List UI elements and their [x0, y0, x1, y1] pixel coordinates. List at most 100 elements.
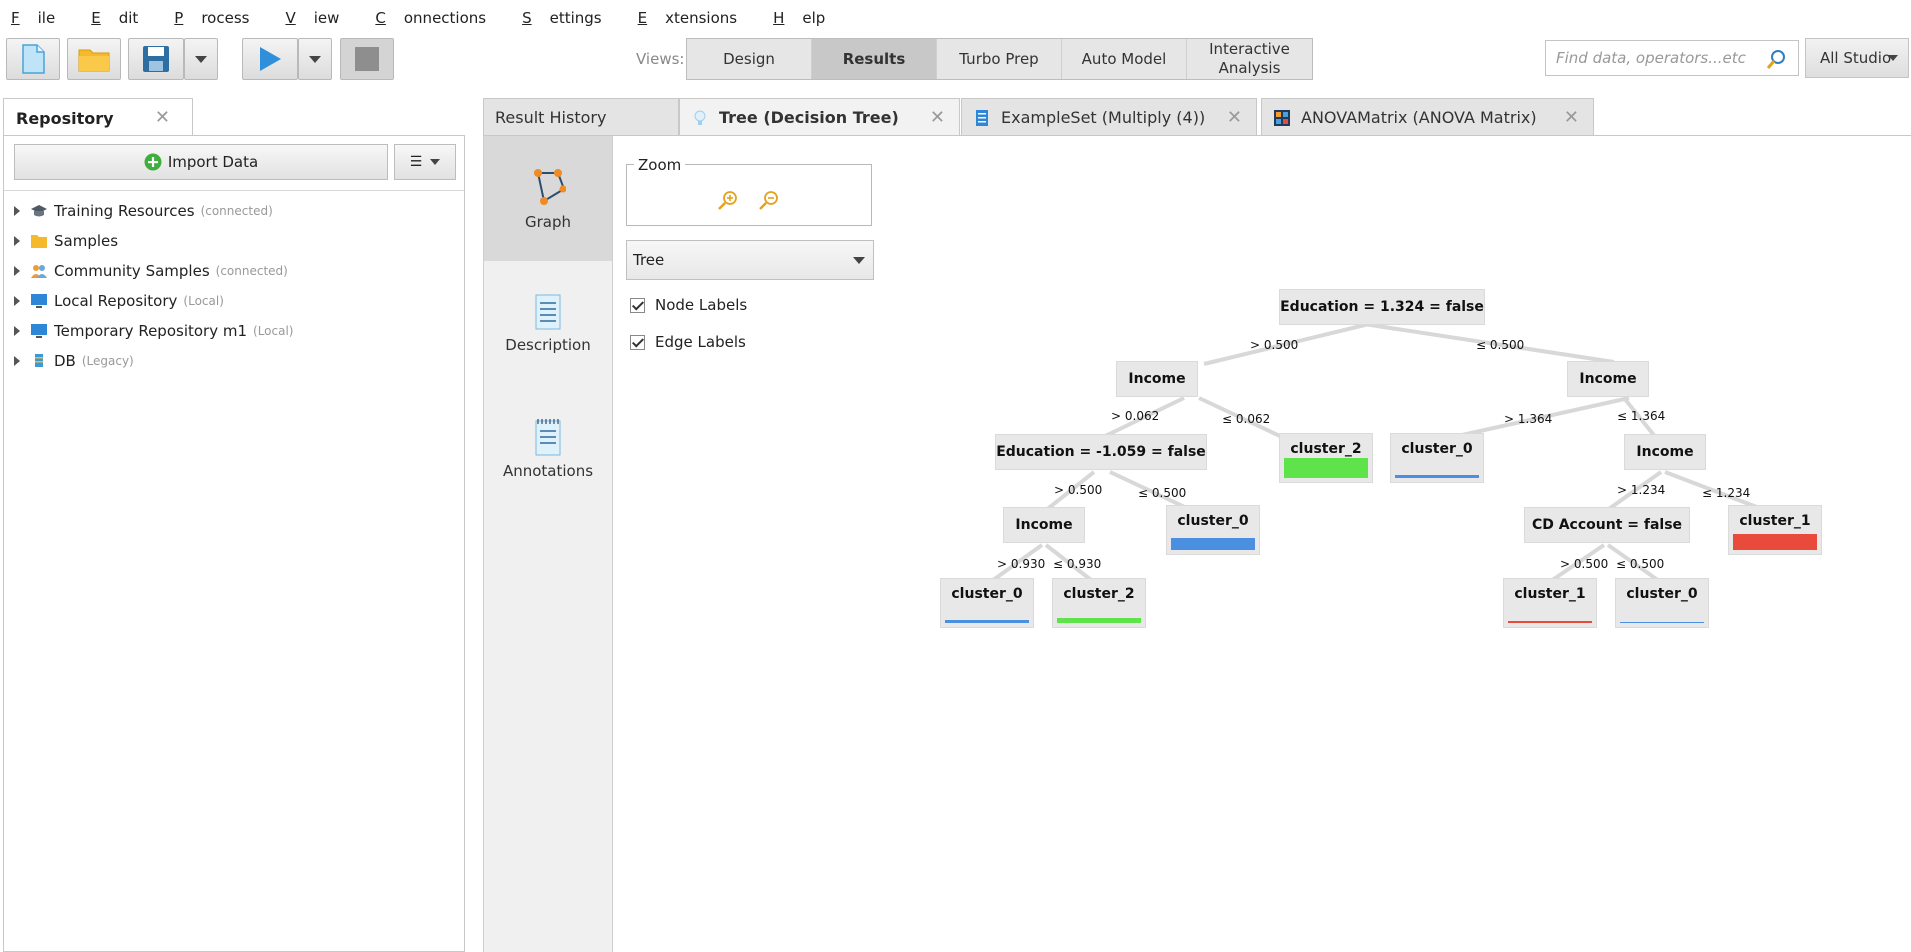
close-icon[interactable]: ✕ — [155, 107, 170, 128]
menu-help[interactable]: Help — [773, 9, 843, 27]
view-results[interactable]: Results — [812, 39, 937, 79]
menu-settings[interactable]: Settings — [522, 9, 620, 27]
view-turbo-prep[interactable]: Turbo Prep — [937, 39, 1062, 79]
repo-item-db[interactable]: DB (Legacy) — [4, 346, 293, 376]
tree-node-root[interactable]: Education = 1.324 = false — [1279, 289, 1485, 325]
tree-leaf[interactable]: cluster_1 — [1503, 578, 1597, 628]
repo-item-community-samples[interactable]: Community Samples (connected) — [4, 256, 293, 286]
all-studio-label: All Studio — [1820, 49, 1892, 67]
close-icon[interactable]: ✕ — [930, 107, 945, 128]
repo-item-tag: (connected) — [215, 264, 288, 278]
tree-leaf[interactable]: cluster_2 — [1279, 433, 1373, 483]
repo-item-local-repository[interactable]: Local Repository (Local) — [4, 286, 293, 316]
repository-panel: Repository ✕ Import Data ☰ Training Reso… — [3, 98, 465, 952]
tab-anova-matrix[interactable]: ANOVAMatrix (ANOVA Matrix) ✕ — [1261, 98, 1594, 136]
edge-label: > 0.930 — [997, 557, 1046, 571]
leaf-label: cluster_2 — [1290, 441, 1362, 457]
tree-view: Zoom Tree Node Labels Edge Labels > 0.50… — [614, 136, 1911, 952]
tree-leaf[interactable]: cluster_2 — [1052, 578, 1146, 628]
edge-label: > 0.500 — [1250, 338, 1299, 352]
repo-item-tag: (Local) — [253, 324, 294, 338]
view-design[interactable]: Design — [687, 39, 812, 79]
tree-leaf[interactable]: cluster_0 — [940, 578, 1034, 628]
repository-menu-button[interactable]: ☰ — [394, 144, 456, 180]
leaf-bar — [1395, 475, 1479, 478]
expand-icon[interactable] — [14, 266, 20, 276]
edge-label: > 1.364 — [1504, 412, 1553, 426]
views-label: Views: — [636, 50, 685, 68]
tree-node[interactable]: Income — [1003, 507, 1085, 543]
global-search-input[interactable]: Find data, operators...etc — [1545, 40, 1799, 76]
open-process-button[interactable] — [67, 38, 121, 80]
nav-description[interactable]: Description — [484, 261, 612, 386]
view-interactive-analysis[interactable]: Interactive Analysis — [1187, 39, 1312, 79]
menu-view[interactable]: View — [285, 9, 357, 27]
menu-file[interactable]: File — [11, 9, 73, 27]
nav-label: Annotations — [502, 461, 594, 480]
menu-process[interactable]: Process — [174, 9, 267, 27]
leaf-label: cluster_0 — [1401, 441, 1473, 457]
new-file-icon — [22, 44, 45, 74]
tab-result-history[interactable]: Result History — [483, 98, 679, 136]
repo-item-training-resources[interactable]: Training Resources (connected) — [4, 196, 293, 226]
leaf-bar — [1057, 618, 1141, 623]
expand-icon[interactable] — [14, 236, 20, 246]
tree-node[interactable]: Income — [1624, 434, 1706, 470]
run-dropdown-button[interactable] — [298, 38, 332, 80]
view-auto-model[interactable]: Auto Model — [1062, 39, 1187, 79]
monitor-icon — [31, 324, 47, 338]
menu-connections[interactable]: Connections — [375, 9, 504, 27]
expand-icon[interactable] — [14, 296, 20, 306]
tab-exampleset[interactable]: ExampleSet (Multiply (4)) ✕ — [961, 98, 1257, 136]
expand-icon[interactable] — [14, 326, 20, 336]
save-dropdown-button[interactable] — [184, 38, 218, 80]
tree-node[interactable]: CD Account = false — [1524, 507, 1690, 543]
tab-decision-tree[interactable]: Tree (Decision Tree) ✕ — [679, 98, 960, 136]
community-icon — [31, 265, 47, 278]
new-process-button[interactable] — [6, 38, 60, 80]
edge-label: ≤ 1.364 — [1617, 409, 1666, 423]
leaf-bar — [1508, 621, 1592, 623]
folder-icon — [31, 235, 47, 248]
repository-tab-title: Repository — [16, 109, 114, 128]
tab-label: ANOVAMatrix (ANOVA Matrix) — [1301, 108, 1537, 127]
view-switcher: Design Results Turbo Prep Auto Model Int… — [686, 38, 1313, 80]
run-button[interactable] — [242, 38, 298, 80]
leaf-label: cluster_1 — [1514, 586, 1586, 602]
tree-node[interactable]: Income — [1116, 361, 1198, 397]
graph-icon — [534, 168, 566, 205]
tree-node[interactable]: Income — [1567, 361, 1649, 397]
leaf-label: cluster_1 — [1739, 513, 1811, 529]
nav-annotations[interactable]: Annotations — [484, 386, 612, 511]
tree-leaf[interactable]: cluster_0 — [1166, 505, 1260, 555]
expand-icon[interactable] — [14, 356, 20, 366]
leaf-label: cluster_0 — [1626, 586, 1698, 602]
nav-graph[interactable]: Graph — [484, 136, 612, 261]
tree-leaf[interactable]: cluster_0 — [1615, 578, 1709, 628]
tree-leaf[interactable]: cluster_1 — [1728, 505, 1822, 555]
leaf-bar — [1171, 538, 1255, 550]
all-studio-dropdown[interactable]: All Studio — [1805, 38, 1909, 78]
menu-edit[interactable]: Edit — [91, 9, 156, 27]
menu-extensions[interactable]: Extensions — [638, 9, 755, 27]
repository-tab[interactable]: Repository ✕ — [3, 98, 193, 136]
repo-item-label: Training Resources — [54, 202, 195, 220]
repo-item-samples[interactable]: Samples — [4, 226, 293, 256]
stop-button[interactable] — [340, 38, 394, 80]
import-data-button[interactable]: Import Data — [14, 144, 388, 180]
folder-icon — [78, 49, 110, 72]
table-icon — [976, 109, 988, 126]
edge-label: > 1.234 — [1617, 483, 1666, 497]
save-button[interactable] — [128, 38, 184, 80]
tree-node[interactable]: Education = -1.059 = false — [995, 434, 1207, 470]
tab-label: Result History — [495, 108, 607, 127]
tree-leaf[interactable]: cluster_0 — [1390, 433, 1484, 483]
document-icon — [535, 294, 561, 329]
edge-label: ≤ 0.930 — [1053, 557, 1102, 571]
close-icon[interactable]: ✕ — [1227, 107, 1242, 128]
expand-icon[interactable] — [14, 206, 20, 216]
nav-label: Description — [505, 335, 591, 354]
repo-item-temporary-repository[interactable]: Temporary Repository m1 (Local) — [4, 316, 293, 346]
close-icon[interactable]: ✕ — [1564, 107, 1579, 128]
tab-label: Tree (Decision Tree) — [719, 108, 899, 127]
